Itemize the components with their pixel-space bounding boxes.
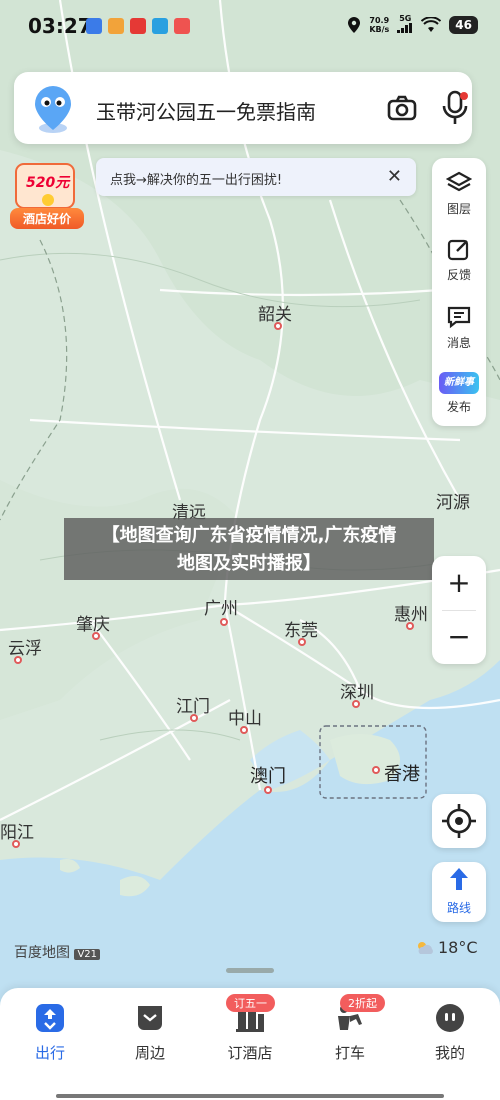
wifi-icon bbox=[421, 16, 442, 32]
crosshair-icon bbox=[442, 804, 476, 838]
place-label-hongkong[interactable]: 香港 bbox=[384, 760, 420, 786]
tool-feedback[interactable]: 反馈 bbox=[432, 228, 486, 290]
tool-layers[interactable]: 图层 bbox=[432, 162, 486, 224]
nav-label-nearby: 周边 bbox=[134, 1044, 165, 1062]
promo-amount: 520元 bbox=[26, 175, 70, 191]
place-label-yunfu[interactable]: 云浮 bbox=[8, 634, 42, 659]
place-dot-macau bbox=[264, 786, 272, 794]
news-tag-icon: 新鲜事 bbox=[439, 372, 479, 394]
status-right: 70.9 KB/s 5G 46 bbox=[347, 14, 478, 35]
nearby-icon bbox=[138, 1006, 162, 1030]
zoom-control: + − bbox=[432, 556, 486, 664]
battery-level: 46 bbox=[449, 15, 478, 34]
zoom-in-button[interactable]: + bbox=[432, 556, 486, 610]
brand-version: V21 bbox=[74, 949, 101, 960]
notice-text[interactable]: 点我→解决你的五一出行困扰! bbox=[110, 169, 282, 188]
place-dot-jiangmen bbox=[190, 714, 198, 722]
profile-icon bbox=[436, 1004, 464, 1032]
signal-type: 5G bbox=[399, 14, 412, 23]
promo-label: 酒店好价 bbox=[10, 208, 84, 229]
net-speed-value: 70.9 bbox=[369, 15, 390, 25]
nav-item-profile[interactable]: 我的 bbox=[400, 1002, 500, 1063]
route-arrow-icon bbox=[450, 868, 468, 890]
place-dot-shenzhen bbox=[352, 700, 360, 708]
camera-icon[interactable] bbox=[386, 92, 418, 124]
weather-widget[interactable]: 18°C bbox=[414, 938, 478, 957]
hotel-promo-badge[interactable]: 520元 酒店好价 bbox=[10, 160, 84, 230]
bottom-nav: 出行 周边 订五一 订酒店 2折起 打车 我的 bbox=[0, 988, 500, 1100]
route-label: 路线 bbox=[446, 901, 471, 915]
place-dot-zhongshan bbox=[240, 726, 248, 734]
tool-messages-label: 消息 bbox=[446, 336, 471, 350]
travel-icon bbox=[36, 1004, 64, 1032]
travel-notice-banner[interactable]: 点我→解决你的五一出行困扰! ✕ bbox=[96, 158, 416, 196]
message-icon bbox=[447, 306, 471, 329]
nav-item-nearby[interactable]: 周边 bbox=[100, 1002, 200, 1063]
signal-bars-icon bbox=[397, 23, 413, 33]
caption-line-1: 【地图查询广东省疫情情况,广东疫情 bbox=[101, 525, 397, 546]
place-dot-hongkong bbox=[372, 766, 380, 774]
map-brand: 百度地图 V21 bbox=[14, 942, 101, 962]
app-icon bbox=[152, 18, 168, 34]
partly-cloudy-icon bbox=[418, 941, 433, 954]
nav-label-taxi: 打车 bbox=[334, 1044, 365, 1062]
article-caption-overlay: 【地图查询广东省疫情情况,广东疫情 地图及实时播报】 bbox=[64, 518, 434, 580]
place-label-shaoguan[interactable]: 韶关 bbox=[258, 300, 292, 325]
search-input[interactable]: 玉带河公园五一免票指南 bbox=[96, 96, 316, 125]
tool-publish[interactable]: 新鲜事 发布 bbox=[432, 362, 486, 424]
status-time: 03:27 bbox=[28, 14, 92, 38]
hotel-promo-tag: 订五一 bbox=[226, 994, 275, 1012]
place-label-guangzhou[interactable]: 广州 bbox=[204, 594, 238, 619]
place-dot-zhaoqing bbox=[92, 632, 100, 640]
nav-label-profile: 我的 bbox=[434, 1044, 465, 1062]
place-label-heyuan[interactable]: 河源 bbox=[436, 488, 470, 513]
location-icon bbox=[348, 16, 361, 33]
nav-item-travel[interactable]: 出行 bbox=[0, 1002, 100, 1063]
paw-app-icon bbox=[86, 18, 102, 34]
locate-me-button[interactable] bbox=[432, 794, 486, 848]
zoom-out-button[interactable]: − bbox=[432, 610, 486, 664]
place-dot-yangjiang bbox=[12, 840, 20, 848]
news-app-icon bbox=[130, 18, 146, 34]
nav-label-hotel: 订酒店 bbox=[227, 1044, 273, 1062]
place-dot-dongguan bbox=[298, 638, 306, 646]
layers-icon bbox=[446, 171, 472, 192]
edit-icon bbox=[447, 239, 469, 261]
system-home-indicator[interactable] bbox=[56, 1094, 444, 1098]
nav-label-travel: 出行 bbox=[34, 1044, 65, 1062]
place-dot-yunfu bbox=[14, 656, 22, 664]
caption-line-2: 地图及实时播报】 bbox=[177, 553, 321, 574]
tool-layers-label: 图层 bbox=[446, 202, 471, 216]
map-tools-panel: 图层 反馈 消息 新鲜事 发布 bbox=[432, 158, 486, 426]
place-dot-huizhou bbox=[406, 622, 414, 630]
place-label-macau[interactable]: 澳门 bbox=[250, 762, 286, 788]
mascot-avatar-icon[interactable] bbox=[28, 82, 78, 136]
search-bar[interactable]: 玉带河公园五一免票指南 bbox=[14, 72, 472, 144]
tool-feedback-label: 反馈 bbox=[446, 268, 471, 282]
place-label-zhaoqing[interactable]: 肇庆 bbox=[76, 610, 110, 635]
weibo-app-icon bbox=[108, 18, 124, 34]
status-bar: 03:27 70.9 KB/s 5G 46 bbox=[0, 0, 500, 56]
panel-drag-handle[interactable] bbox=[226, 968, 274, 973]
tool-publish-label: 发布 bbox=[446, 400, 471, 414]
toutiao-app-icon bbox=[174, 18, 190, 34]
place-dot-shaoguan bbox=[274, 322, 282, 330]
net-speed: 70.9 KB/s bbox=[369, 16, 389, 34]
brand-name: 百度地图 bbox=[14, 945, 70, 961]
microphone-icon[interactable] bbox=[440, 90, 470, 126]
place-dot-guangzhou bbox=[220, 618, 228, 626]
net-speed-unit: KB/s bbox=[369, 24, 390, 34]
nav-item-hotel[interactable]: 订五一 订酒店 bbox=[200, 994, 300, 1063]
close-icon[interactable]: ✕ bbox=[387, 166, 402, 187]
route-button[interactable]: 路线 bbox=[432, 862, 486, 922]
nav-item-taxi[interactable]: 2折起 打车 bbox=[300, 994, 400, 1063]
taxi-promo-tag: 2折起 bbox=[340, 994, 385, 1012]
signal-indicator: 5G bbox=[397, 14, 413, 35]
notification-icons bbox=[86, 18, 190, 34]
tool-messages[interactable]: 消息 bbox=[432, 296, 486, 358]
temperature: 18°C bbox=[438, 938, 478, 957]
